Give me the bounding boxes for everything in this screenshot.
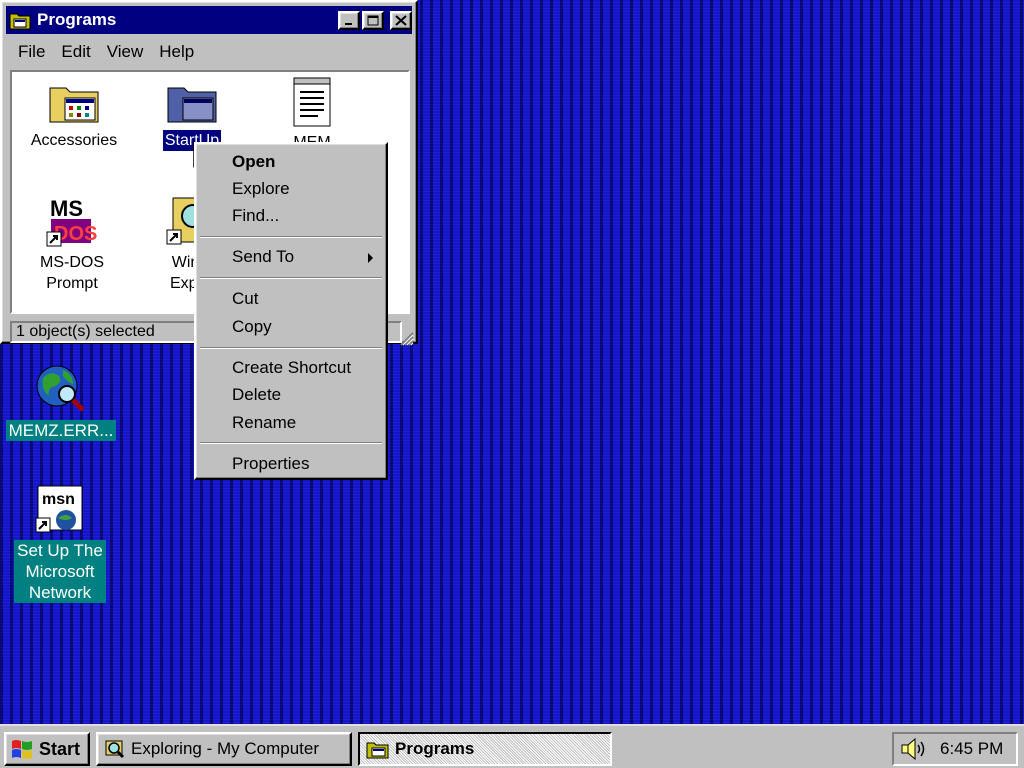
folder-window-icon [9,13,31,30]
folder-window-icon [366,742,389,759]
system-tray: 6:45 PM [892,732,1018,766]
menu-separator [200,347,382,349]
ctx-explore[interactable]: Explore [232,179,290,199]
title-bar[interactable]: Programs [6,6,412,34]
resize-grip-icon[interactable] [398,330,414,346]
globe-magnifier-icon [36,365,85,412]
menu-separator [200,277,382,279]
desktop-icon-label: Set Up The Microsoft Network [14,540,106,603]
ctx-cut[interactable]: Cut [232,289,258,309]
taskbar-button-label: Exploring - My Computer [131,739,320,758]
menu-bar: File Edit View Help [10,38,202,66]
ms-dos-icon: MS DOS [46,196,97,247]
svg-text:msn: msn [42,491,75,508]
svg-text:MS: MS [50,196,83,221]
taskbar-button-label: Programs [395,739,475,758]
menu-view[interactable]: View [99,42,152,62]
close-button[interactable] [390,11,412,30]
menu-separator [200,236,382,238]
menu-edit[interactable]: Edit [53,42,98,62]
desktop-icon-memz[interactable]: MEMZ.ERR... [2,360,120,441]
close-icon [395,15,407,26]
maximize-icon [367,15,379,26]
desktop-icon-label-line2: Microsoft [25,562,95,581]
folder-icon [49,87,99,123]
minimize-button[interactable] [338,11,360,30]
window-title: Programs [37,10,117,29]
ctx-find[interactable]: Find... [232,206,279,226]
ctx-rename[interactable]: Rename [232,413,296,433]
menu-help[interactable]: Help [151,42,202,62]
msn-icon: msn [35,485,83,533]
folder-item-label-line2: Prompt [46,275,98,292]
taskbar: Start Exploring - My Computer Programs 6… [0,724,1024,768]
desktop-icon-label-line3: Network [28,583,92,602]
taskbar-button-programs[interactable]: Programs [358,732,612,766]
folder-icon [167,87,217,123]
context-menu: Open Explore Find... Send To Cut Copy Cr… [194,142,388,480]
folder-item-ms-dos-prompt[interactable]: MS DOS MS-DOS Prompt [16,194,128,294]
ctx-create-shortcut[interactable]: Create Shortcut [232,358,351,378]
taskbar-button-exploring[interactable]: Exploring - My Computer [96,732,352,766]
menu-separator [200,442,382,444]
notepad-document-icon [293,77,331,127]
ctx-delete[interactable]: Delete [232,385,281,405]
start-button[interactable]: Start [4,732,90,766]
ctx-properties[interactable]: Properties [232,454,309,474]
ctx-open[interactable]: Open [232,152,275,172]
folder-item-accessories[interactable]: Accessories [18,78,130,151]
folder-item-label: Accessories [30,132,118,149]
desktop-icon-label-line1: Set Up The [17,541,103,560]
windows-logo-icon [12,740,32,759]
clock[interactable]: 6:45 PM [940,739,1003,759]
minimize-icon [345,22,352,25]
explorer-icon [105,740,125,759]
submenu-arrow-icon [368,253,373,263]
desktop-icon-setup-msn[interactable]: msn Set Up The Microsoft Network [8,484,112,603]
ctx-copy[interactable]: Copy [232,317,272,337]
volume-speaker-icon[interactable] [900,737,926,761]
menu-file[interactable]: File [10,42,53,62]
desktop-icon-label: MEMZ.ERR... [5,420,117,441]
start-label: Start [39,738,81,759]
folder-item-label-line1: MS-DOS [40,254,104,271]
ctx-send-to[interactable]: Send To [232,247,294,267]
maximize-button[interactable] [362,11,384,30]
